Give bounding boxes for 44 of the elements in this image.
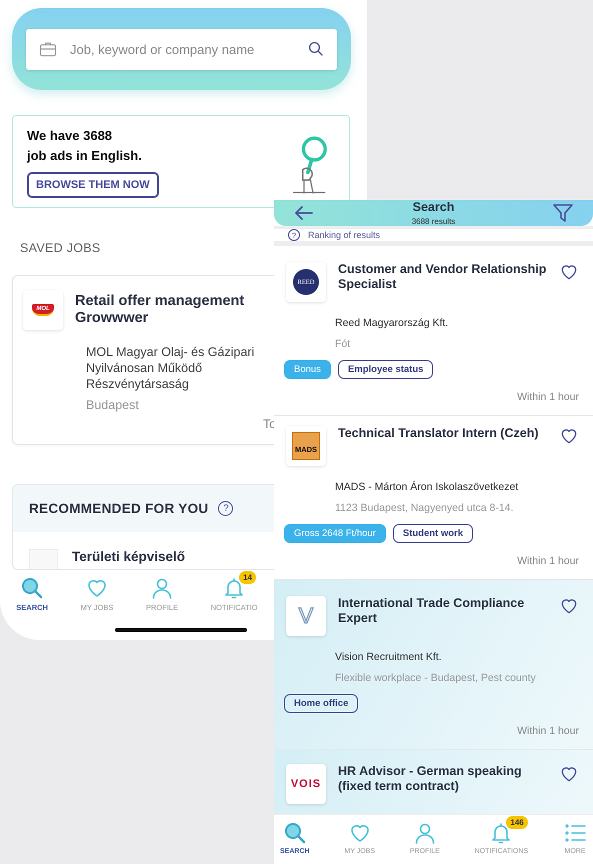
job-title: Customer and Vendor Relationship Specialist [338, 262, 547, 291]
job-tag: Home office [284, 694, 358, 713]
job-tag: Bonus [284, 360, 331, 379]
job-tag: Student work [392, 524, 474, 543]
job-tag: Gross 2648 Ft/hour [284, 524, 386, 543]
job-location: Fót [335, 338, 352, 350]
search-icon [282, 821, 307, 845]
promo-text: We have 3688 [27, 126, 112, 144]
posted-time: Within 1 hour [516, 555, 579, 567]
notification-badge: 146 [506, 816, 528, 829]
job-card[interactable]: V International Trade Compliance Expert Vision Recruitment Kft. Flexible workplace - Budapest, Pest county Home office Within 1 hour [274, 580, 593, 750]
browse-button[interactable]: BROWSE THEM NOW [27, 172, 159, 198]
screen-title: Search [412, 200, 456, 214]
job-location: Flexible workplace - Budapest, Pest county [335, 672, 537, 684]
search-icon [307, 40, 325, 58]
company-name: MADS - Márton Áron Iskolaszövetkezet [335, 481, 520, 493]
promo-text: job ads in English. [27, 146, 142, 165]
results-count: 3688 results [412, 217, 456, 226]
help-icon[interactable]: ? [218, 501, 234, 516]
person-icon [150, 576, 174, 600]
ranking-link[interactable]: Ranking of results [308, 230, 380, 240]
job-title: International Trade Compliance Expert [338, 596, 526, 625]
section-heading: SAVED JOBS [20, 241, 102, 255]
job-title: Technical Translator Intern (Czeh) [338, 426, 540, 440]
company-name: Vision Recruitment Kft. [335, 651, 443, 663]
posted-time: Within 1 hour [516, 391, 579, 403]
company-name: MOL Magyar Olaj- és Gázipari Nyilvánosan Működő Részvénytársaság [86, 344, 256, 392]
company-logo: VOIS [286, 764, 326, 804]
job-tag: Employee status [338, 360, 434, 379]
company-logo: V [286, 596, 326, 636]
job-location: 1123 Budapest, Nagyenyed utca 8-14. [335, 502, 514, 514]
posted-time: Within 1 hour [516, 725, 579, 737]
job-title: Területi képviselő [72, 549, 186, 566]
section-heading: RECOMMENDED FOR YOU [29, 501, 208, 516]
company-name: Reed Magyarország Kft. [335, 317, 450, 329]
filter-icon [551, 201, 575, 225]
search-field[interactable]: Job, keyword or company name [26, 28, 337, 70]
person-icon [412, 821, 437, 845]
notification-badge: 14 [239, 571, 256, 584]
search-icon [20, 576, 44, 600]
job-card[interactable]: VOIS HR Advisor - German speaking (fixed term contract) [274, 750, 593, 814]
job-title: Retail offer management Growwwer [75, 293, 246, 328]
job-title: HR Advisor - German speaking (fixed term contract) [338, 764, 523, 793]
job-location: Budapest [86, 398, 140, 412]
